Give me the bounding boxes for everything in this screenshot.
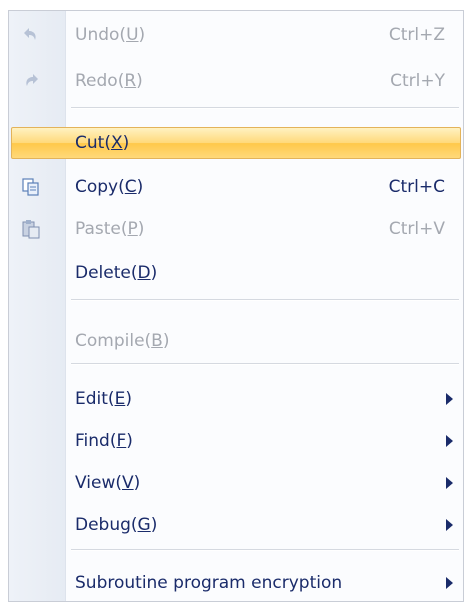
- menu-item-label: Copy(C): [75, 177, 144, 197]
- shortcut-label: Ctrl+Y: [390, 71, 445, 91]
- context-menu: Undo(U) Ctrl+Z Redo(R) Ctrl+Y Cut(X) Cop…: [8, 10, 464, 602]
- menu-item-delete[interactable]: Delete(D): [9, 257, 463, 289]
- menu-item-label: Cut(X): [75, 133, 130, 153]
- menu-item-debug[interactable]: Debug(G): [9, 509, 463, 541]
- separator: [71, 299, 459, 301]
- menu-item-paste[interactable]: Paste(P) Ctrl+V: [9, 213, 463, 245]
- menu-item-find[interactable]: Find(F): [9, 425, 463, 457]
- menu-item-view[interactable]: View(V): [9, 467, 463, 499]
- submenu-arrow-icon: [446, 435, 453, 447]
- submenu-arrow-icon: [446, 393, 453, 405]
- menu-item-edit[interactable]: Edit(E): [9, 383, 463, 415]
- menu-item-label: Subroutine program encryption: [75, 573, 343, 593]
- menu-item-undo[interactable]: Undo(U) Ctrl+Z: [9, 19, 463, 51]
- menu-item-label: Paste(P): [75, 219, 145, 239]
- shortcut-label: Ctrl+C: [388, 177, 445, 197]
- menu-item-label: Undo(U): [75, 25, 146, 45]
- menu-item-compile[interactable]: Compile(B): [9, 325, 463, 357]
- menu-item-label: Debug(G): [75, 515, 158, 535]
- menu-item-label: Find(F): [75, 431, 133, 451]
- separator: [71, 363, 459, 365]
- menu-item-label: View(V): [75, 473, 141, 493]
- submenu-arrow-icon: [446, 477, 453, 489]
- submenu-arrow-icon: [446, 519, 453, 531]
- menu-item-redo[interactable]: Redo(R) Ctrl+Y: [9, 65, 463, 97]
- undo-icon: [21, 25, 41, 45]
- menu-item-label: Edit(E): [75, 389, 132, 409]
- menu-item-cut[interactable]: Cut(X): [9, 127, 463, 159]
- submenu-arrow-icon: [446, 577, 453, 589]
- shortcut-label: Ctrl+V: [388, 219, 445, 239]
- paste-icon: [21, 219, 41, 239]
- shortcut-label: Ctrl+Z: [388, 25, 445, 45]
- copy-icon: [21, 177, 41, 197]
- redo-icon: [21, 71, 41, 91]
- separator: [71, 107, 459, 109]
- menu-item-label: Delete(D): [75, 263, 158, 283]
- separator: [71, 549, 459, 551]
- menu-item-subroutine-encryption[interactable]: Subroutine program encryption: [9, 567, 463, 599]
- menu-item-label: Compile(B): [75, 331, 170, 351]
- menu-item-label: Redo(R): [75, 71, 143, 91]
- menu-item-copy[interactable]: Copy(C) Ctrl+C: [9, 171, 463, 203]
